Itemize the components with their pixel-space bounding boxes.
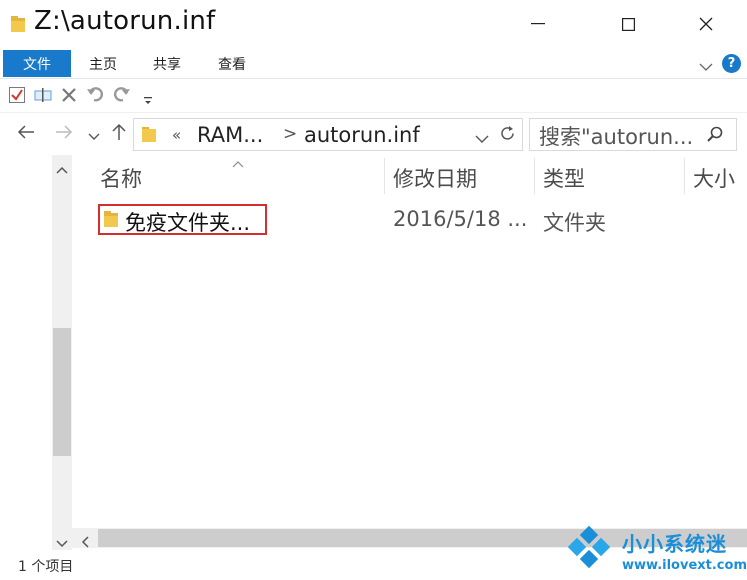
- minimize-button[interactable]: [515, 0, 561, 48]
- search-placeholder: 搜索"autorun...: [539, 125, 694, 149]
- up-arrow-icon[interactable]: [111, 123, 127, 145]
- column-header-size[interactable]: 大小: [693, 163, 735, 193]
- tab-view[interactable]: 查看: [218, 50, 246, 77]
- item-count: 1 个项目: [18, 559, 74, 575]
- sort-ascending-chevron-icon: [232, 153, 244, 172]
- undo-icon[interactable]: [86, 85, 106, 107]
- watermark-logo-icon: [560, 518, 618, 580]
- file-date: 2016/5/18 ...: [393, 207, 528, 231]
- column-header-type[interactable]: 类型: [543, 163, 585, 193]
- folder-icon: [10, 14, 26, 38]
- redo-icon[interactable]: [111, 85, 131, 107]
- recent-locations-chevron-icon[interactable]: [88, 127, 100, 146]
- column-divider[interactable]: [534, 158, 535, 194]
- column-header-name[interactable]: 名称: [100, 163, 142, 193]
- file-type: 文件夹: [543, 211, 606, 235]
- window-title: Z:\autorun.inf: [34, 6, 216, 36]
- scroll-up-chevron-icon[interactable]: [56, 160, 68, 179]
- column-divider[interactable]: [384, 158, 385, 194]
- watermark-title: 小小系统迷: [622, 532, 727, 556]
- breadcrumb-separator[interactable]: >: [283, 124, 297, 144]
- search-icon[interactable]: [706, 125, 724, 147]
- back-arrow-icon[interactable]: [17, 124, 35, 144]
- rename-icon[interactable]: [33, 86, 53, 108]
- address-folder-icon: [141, 125, 157, 147]
- watermark-url: www.ilovext.com: [622, 558, 747, 573]
- delete-icon[interactable]: [61, 87, 77, 107]
- breadcrumb-overflow[interactable]: «: [172, 126, 181, 144]
- column-divider[interactable]: [684, 158, 685, 194]
- breadcrumb-ram[interactable]: RAM...: [197, 123, 263, 147]
- refresh-icon[interactable]: [499, 125, 516, 146]
- scroll-left-chevron-icon[interactable]: [80, 533, 90, 552]
- customize-qat-dropdown-icon[interactable]: [143, 91, 153, 110]
- properties-icon[interactable]: [8, 86, 26, 108]
- maximize-button[interactable]: [605, 0, 651, 48]
- tab-home[interactable]: 主页: [89, 50, 117, 77]
- address-history-chevron-icon[interactable]: [475, 129, 489, 148]
- column-header-date[interactable]: 修改日期: [393, 163, 477, 193]
- close-button[interactable]: [683, 0, 729, 48]
- tab-share[interactable]: 共享: [153, 50, 181, 77]
- tab-file[interactable]: 文件: [3, 50, 71, 77]
- ribbon-expand-chevron-icon[interactable]: [699, 57, 713, 76]
- breadcrumb-autorun[interactable]: autorun.inf: [304, 123, 420, 147]
- vertical-scroll-thumb[interactable]: [53, 328, 71, 456]
- help-icon[interactable]: ?: [722, 54, 741, 73]
- forward-arrow-icon[interactable]: [55, 124, 73, 144]
- highlight-box: [98, 204, 267, 235]
